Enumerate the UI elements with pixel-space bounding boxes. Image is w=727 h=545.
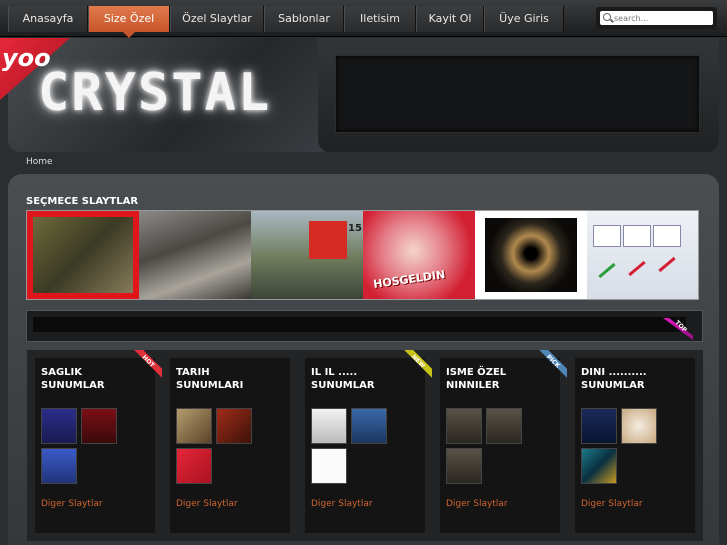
top-navigation-bar: Anasayfa Size Özel Özel Slaytlar Sablonl…: [0, 0, 727, 38]
category-card-tarih: TARIH SUNUMLARI Diger Slaytlar: [162, 350, 298, 541]
search-field[interactable]: [600, 11, 713, 25]
pick-badge: PICK: [532, 350, 568, 386]
card-thumb[interactable]: [621, 408, 657, 444]
category-card-saglik: SAGLIK SUNUMLAR Diger Slaytlar HOT: [27, 350, 163, 541]
slide-thumb-1[interactable]: [27, 211, 139, 299]
card-thumb[interactable]: [81, 408, 117, 444]
card-more-link[interactable]: Diger Slaytlar: [311, 499, 373, 509]
new-badge-label: NEW: [409, 353, 427, 370]
card-thumb[interactable]: [446, 448, 482, 484]
search-box: [596, 7, 717, 29]
card-thumb[interactable]: [311, 448, 347, 484]
card-title[interactable]: DINI .......... SUNUMLAR: [581, 366, 681, 392]
ticker-bar: [26, 310, 703, 342]
category-card-ninniler: ISME ÖZEL NINNILER Diger Slaytlar PICK: [432, 350, 568, 541]
slide-thumb-4[interactable]: HOSGELDIN: [363, 211, 475, 299]
pick-badge-label: PICK: [544, 353, 562, 370]
slide-thumb-5[interactable]: [475, 211, 587, 299]
nav-item-ozel-slaytlar[interactable]: Özel Slaytlar: [170, 6, 264, 32]
banner-area: [335, 55, 700, 133]
breadcrumb-home[interactable]: Home: [26, 157, 53, 167]
card-thumb[interactable]: [176, 448, 212, 484]
search-icon: [603, 13, 611, 21]
card-more-link[interactable]: Diger Slaytlar: [581, 499, 643, 509]
featured-section-title: SEÇMECE SLAYTLAR: [26, 196, 139, 207]
new-badge: NEW: [397, 350, 433, 386]
site-logo[interactable]: CRYSTAL: [38, 63, 271, 123]
ticker-inner: [33, 317, 686, 332]
slide-number: 15: [348, 223, 362, 234]
card-thumb[interactable]: [581, 408, 617, 444]
category-card-dini: DINI .......... SUNUMLAR Diger Slaytlar: [567, 350, 703, 541]
card-title[interactable]: SAGLIK SUNUMLAR: [41, 366, 141, 392]
header-logo-panel: CRYSTAL: [8, 38, 333, 152]
category-card-il-il: IL IL ..... SUNUMLAR Diger Slaytlar NEW: [297, 350, 433, 541]
hot-badge: HOT: [127, 350, 163, 386]
card-thumb[interactable]: [581, 448, 617, 484]
card-thumb[interactable]: [176, 408, 212, 444]
hot-badge-label: HOT: [140, 353, 156, 370]
card-thumb[interactable]: [486, 408, 522, 444]
card-more-link[interactable]: Diger Slaytlar: [41, 499, 103, 509]
card-thumb[interactable]: [351, 408, 387, 444]
card-thumb[interactable]: [41, 408, 77, 444]
slide-thumb-3[interactable]: 15: [251, 211, 363, 299]
nav-item-sablonlar[interactable]: Sablonlar: [264, 6, 344, 32]
featured-slider: 15 HOSGELDIN: [26, 210, 699, 300]
card-more-link[interactable]: Diger Slaytlar: [176, 499, 238, 509]
card-more-link[interactable]: Diger Slaytlar: [446, 499, 508, 509]
nav-item-size-ozel[interactable]: Size Özel: [88, 6, 170, 38]
card-thumb[interactable]: [311, 408, 347, 444]
search-input[interactable]: [614, 11, 710, 25]
card-thumb[interactable]: [41, 448, 77, 484]
main-nav: Anasayfa Size Özel Özel Slaytlar Sablonl…: [8, 6, 564, 38]
nav-item-uye-giris[interactable]: Üye Giris: [484, 6, 564, 32]
slide-caption: HOSGELDIN: [372, 268, 447, 291]
card-title[interactable]: TARIH SUNUMLARI: [176, 366, 276, 392]
nav-item-kayit-ol[interactable]: Kayit Ol: [416, 6, 484, 32]
yoo-logo-text: yoo: [2, 44, 51, 72]
header-banner-panel: [318, 38, 719, 152]
slide-thumb-2[interactable]: [139, 211, 251, 299]
nav-item-iletisim[interactable]: Iletisim: [344, 6, 416, 32]
nav-item-anasayfa[interactable]: Anasayfa: [8, 6, 88, 32]
card-thumb[interactable]: [446, 408, 482, 444]
card-thumb[interactable]: [216, 408, 252, 444]
slide-thumb-6[interactable]: [587, 211, 698, 299]
card-title[interactable]: IL IL ..... SUNUMLAR: [311, 366, 411, 392]
card-title[interactable]: ISME ÖZEL NINNILER: [446, 366, 546, 392]
